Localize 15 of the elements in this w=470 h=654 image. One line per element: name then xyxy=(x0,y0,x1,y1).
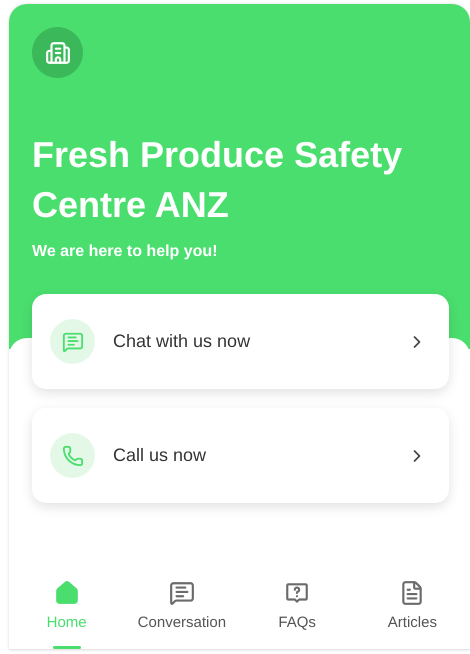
home-icon xyxy=(54,580,80,606)
nav-tab[interactable]: Conversation xyxy=(124,566,240,649)
action-card[interactable]: Chat with us now xyxy=(32,294,449,389)
chat-bubble-icon xyxy=(62,330,84,352)
action-label: Call us now xyxy=(113,444,208,467)
phone-icon xyxy=(62,444,84,466)
action-label: Chat with us now xyxy=(113,330,252,353)
chat-bubble-icon xyxy=(168,580,195,606)
page-subtitle: We are here to help you! xyxy=(32,242,219,262)
nav-tab[interactable]: Articles xyxy=(354,566,470,649)
nav-tab[interactable]: FAQs xyxy=(240,566,355,649)
page-title: Fresh Produce Safety Centre ANZ xyxy=(32,133,404,227)
action-card[interactable]: Call us now xyxy=(32,408,449,503)
building-icon xyxy=(44,40,70,66)
active-indicator xyxy=(52,646,81,649)
